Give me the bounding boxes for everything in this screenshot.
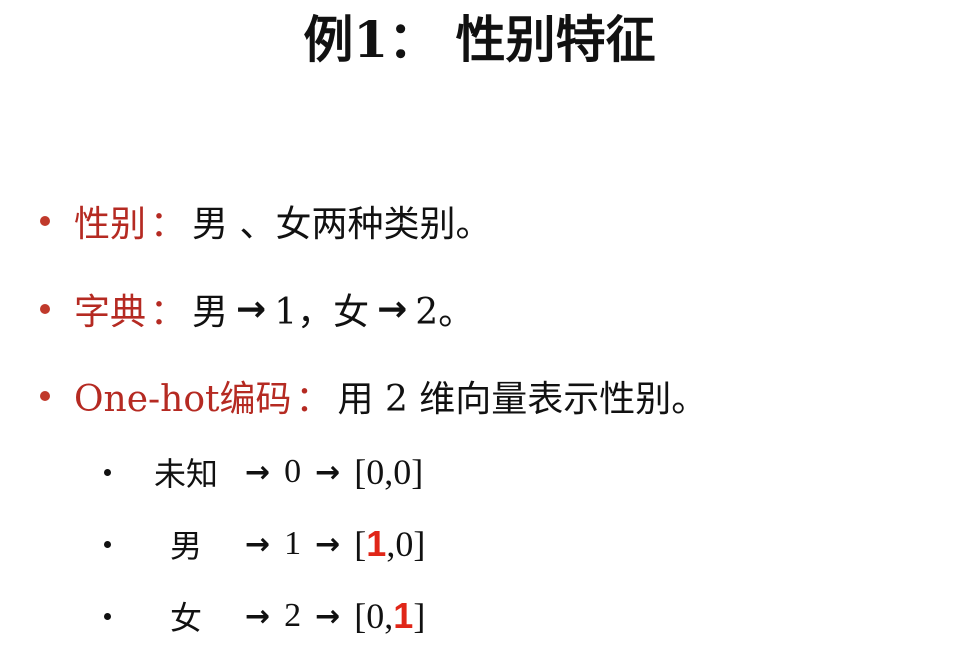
slide: 例1： 性别特征 性别 ： 男 、女两种类别。 字典 ： 男 → 1，女 → 2… [0, 0, 959, 651]
sub-item-female: 女 → 2 → [0,1] [104, 592, 425, 640]
sub-item-male: 男 → 1 → [1,0] [104, 520, 425, 568]
bullet-one-hot: One-hot编码 ： 用 2 维向量表示性别。 [40, 369, 707, 423]
sub-bullet-dot-icon [104, 468, 111, 476]
bullet-colon: ： [150, 204, 187, 245]
one-hot-vector: [0,1] [354, 595, 425, 637]
right-arrow-icon: → [245, 454, 271, 490]
sub-bullet-dot-icon [104, 612, 111, 620]
bullet-gender: 性别 ： 男 、女两种类别。 [40, 194, 491, 248]
sub-bullet-dot-icon [104, 540, 111, 548]
slide-title: 例1： 性别特征 [303, 10, 656, 69]
vec-close-bracket: ] [413, 524, 426, 564]
right-arrow-icon: → [236, 288, 267, 330]
vec-comma: , [384, 452, 394, 492]
dict-male-value: 1，女 [274, 292, 370, 333]
vec-close-bracket: ] [411, 452, 424, 492]
bullet-colon: ： [295, 379, 332, 420]
vec-close-bracket: ] [413, 596, 426, 636]
bullet-desc: 男 、女两种类别。 [192, 204, 492, 245]
sub-item-label: 男 [169, 527, 202, 565]
bullet-colon: ： [150, 292, 187, 333]
dict-male-label: 男 [192, 292, 229, 333]
bullet-term: 性别 [74, 204, 147, 245]
dict-female-value: 2。 [415, 292, 475, 333]
bullet-term: 字典 [74, 292, 147, 333]
sub-item-label: 未知 [153, 455, 218, 493]
sub-item-index: 0 [284, 453, 302, 490]
bullet-dot-icon [40, 304, 50, 314]
vec-comma: , [384, 596, 394, 636]
right-arrow-icon: → [245, 598, 271, 634]
vec-open-bracket: [ [354, 596, 367, 636]
one-hot-vector: [1,0] [354, 523, 425, 565]
vec-value-1: 1 [366, 523, 387, 564]
vec-value-1: 0 [366, 452, 385, 492]
bullet-dictionary: 字典 ： 男 → 1，女 → 2。 [40, 282, 474, 336]
vec-value-1: 0 [366, 596, 385, 636]
vec-value-2: 0 [395, 524, 414, 564]
vec-value-2: 0 [393, 452, 412, 492]
vec-open-bracket: [ [354, 452, 367, 492]
bullet-dot-icon [40, 391, 50, 401]
right-arrow-icon: → [315, 454, 341, 490]
bullet-dot-icon [40, 216, 50, 226]
vec-open-bracket: [ [354, 524, 367, 564]
sub-item-unknown: 未知 → 0 → [0,0] [104, 448, 423, 496]
right-arrow-icon: → [245, 526, 271, 562]
sub-item-label: 女 [169, 599, 202, 637]
right-arrow-icon: → [315, 526, 341, 562]
sub-item-index: 1 [284, 525, 302, 562]
bullet-desc: 用 2 维向量表示性别。 [337, 379, 708, 420]
sub-item-index: 2 [284, 597, 302, 634]
bullet-term: One-hot编码 [74, 379, 292, 420]
vec-comma: , [386, 524, 396, 564]
one-hot-vector: [0,0] [354, 451, 423, 493]
right-arrow-icon: → [377, 288, 408, 330]
right-arrow-icon: → [315, 598, 341, 634]
vec-value-2: 1 [393, 595, 414, 636]
